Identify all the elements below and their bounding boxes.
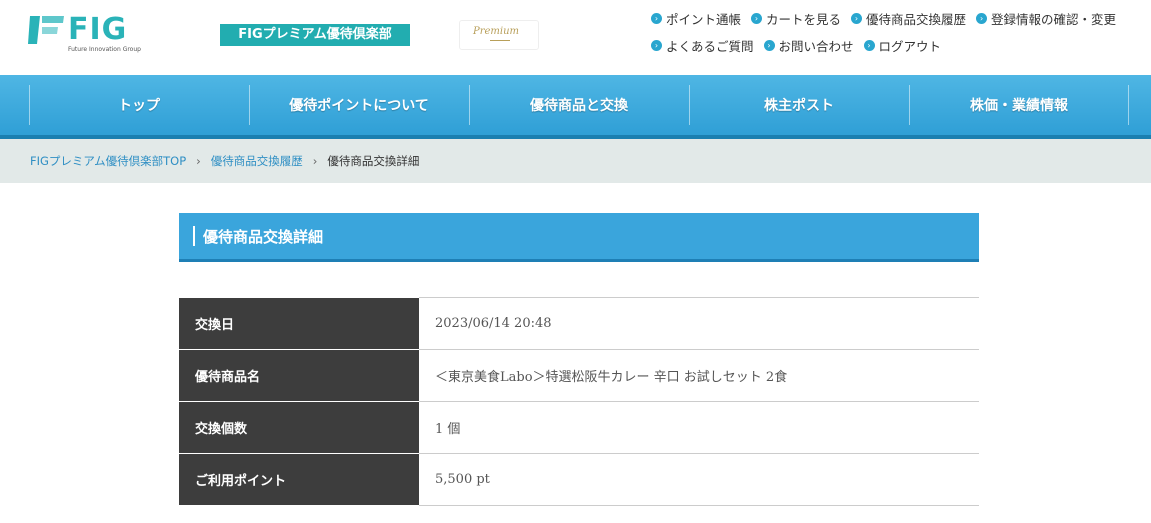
breadcrumb-history-link[interactable]: 優待商品交換履歴 xyxy=(211,153,303,169)
nav-item-stock-info[interactable]: 株価・業績情報 xyxy=(909,75,1129,135)
table-row: 優待商品名 ＜東京美食Labo＞特選松阪牛カレー 辛口 お試しセット 2食 xyxy=(179,349,979,402)
logout-link[interactable]: › ログアウト xyxy=(863,36,942,54)
site-header: FIG Future Innovation Group FIGプレミアム優待倶楽… xyxy=(0,0,1151,75)
logo-text: FIG xyxy=(68,12,128,47)
utility-nav: › ポイント通帳 › カートを見る › 優待商品交換履歴 › 登録情報の確認・変更 › よ… xyxy=(651,9,1146,63)
table-row: 交換個数 1 個 xyxy=(179,401,979,454)
club-badge: FIGプレミアム優待倶楽部 xyxy=(220,24,410,46)
nav-item-about-points[interactable]: 優待ポイントについて xyxy=(249,75,469,135)
row-label-points-used: ご利用ポイント xyxy=(179,453,419,506)
breadcrumb-current: 優待商品交換詳細 xyxy=(327,154,420,168)
point-book-label: ポイント通帳 xyxy=(666,11,742,27)
nav-item-shareholder-post[interactable]: 株主ポスト xyxy=(689,75,909,135)
page-title-text: 優待商品交換詳細 xyxy=(203,227,324,246)
breadcrumb-separator: › xyxy=(312,154,318,168)
contact-label: お問い合わせ xyxy=(778,38,854,54)
row-value-quantity: 1 個 xyxy=(419,401,979,454)
fig-logo-icon xyxy=(28,16,64,44)
row-value-product-name: ＜東京美食Labo＞特選松阪牛カレー 辛口 お試しセット 2食 xyxy=(419,349,979,402)
breadcrumb-top-link[interactable]: FIGプレミアム優待倶楽部TOP xyxy=(30,153,186,169)
row-label-product-name: 優待商品名 xyxy=(179,349,419,402)
view-cart-label: カートを見る xyxy=(766,11,842,27)
exchange-history-link[interactable]: › 優待商品交換履歴 xyxy=(851,9,966,27)
logout-label: ログアウト xyxy=(878,38,942,54)
breadcrumb-separator: › xyxy=(196,154,201,168)
account-info-link[interactable]: › 登録情報の確認・変更 xyxy=(976,9,1116,27)
utility-nav-row-1: › ポイント通帳 › カートを見る › 優待商品交換履歴 › 登録情報の確認・変更 xyxy=(651,9,1146,27)
exchange-history-label: 優待商品交換履歴 xyxy=(866,11,967,27)
arrow-circle-icon: › xyxy=(851,12,863,24)
row-value-exchange-date: 2023/06/14 20:48 xyxy=(419,297,979,350)
arrow-circle-icon: › xyxy=(651,12,662,24)
page-title: 優待商品交換詳細 xyxy=(179,213,979,262)
utility-nav-row-2: › よくあるご質問 › お問い合わせ › ログアウト xyxy=(651,36,1146,54)
row-label-exchange-date: 交換日 xyxy=(179,297,419,350)
logo-tagline: Future Innovation Group xyxy=(68,46,141,53)
row-label-quantity: 交換個数 xyxy=(179,401,419,454)
arrow-circle-icon: › xyxy=(763,39,775,51)
contact-link[interactable]: › お問い合わせ xyxy=(763,36,854,54)
table-row: 交換日 2023/06/14 20:48 xyxy=(179,297,979,350)
global-nav: トップ 優待ポイントについて 優待商品と交換 株主ポスト 株価・業績情報 xyxy=(0,75,1151,139)
arrow-circle-icon: › xyxy=(751,12,763,24)
exchange-detail-table: 交換日 2023/06/14 20:48 優待商品名 ＜東京美食Labo＞特選松… xyxy=(179,297,979,506)
breadcrumb: FIGプレミアム優待倶楽部TOP › 優待商品交換履歴 › 優待商品交換詳細 xyxy=(0,139,1151,183)
title-accent-bar xyxy=(193,226,195,246)
arrow-circle-icon: › xyxy=(651,39,662,51)
faq-label: よくあるご質問 xyxy=(666,38,754,54)
premium-logo-text: Premium xyxy=(473,26,520,37)
fig-logo[interactable]: FIG Future Innovation Group xyxy=(28,12,148,56)
view-cart-link[interactable]: › カートを見る xyxy=(751,9,841,27)
arrow-circle-icon: › xyxy=(976,12,988,24)
nav-item-exchange[interactable]: 優待商品と交換 xyxy=(469,75,689,135)
arrow-circle-icon: › xyxy=(863,39,875,51)
premium-logo: Premium xyxy=(459,20,539,50)
nav-item-top[interactable]: トップ xyxy=(29,75,249,135)
premium-logo-underline xyxy=(490,40,510,41)
row-value-points-used: 5,500 pt xyxy=(419,453,979,506)
faq-link[interactable]: › よくあるご質問 xyxy=(651,36,754,54)
account-info-label: 登録情報の確認・変更 xyxy=(991,11,1117,27)
point-book-link[interactable]: › ポイント通帳 xyxy=(651,9,741,27)
table-row: ご利用ポイント 5,500 pt xyxy=(179,453,979,506)
